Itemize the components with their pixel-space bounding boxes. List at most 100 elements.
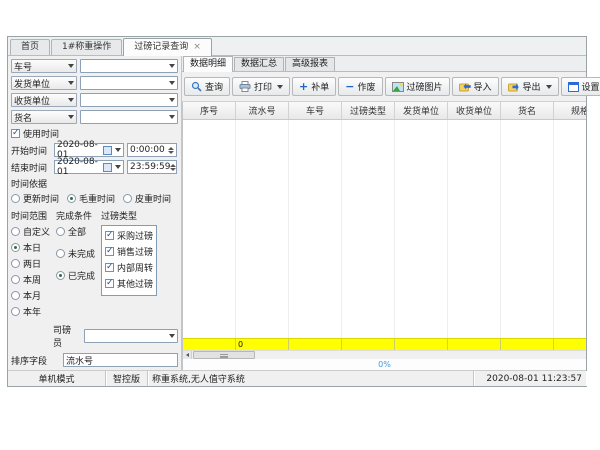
checkbox-other[interactable]: 其他过磅: [105, 277, 153, 290]
chevron-down-icon: [169, 98, 175, 102]
radio-this-year[interactable]: 本年: [11, 305, 50, 318]
checkbox-purchase[interactable]: 采购过磅: [105, 229, 153, 242]
time-spinner[interactable]: [170, 164, 176, 171]
progress-indicator: 0%: [183, 359, 586, 370]
grid-body-empty[interactable]: [183, 120, 586, 338]
column-header[interactable]: 发货单位: [395, 102, 448, 119]
chevron-down-icon: [68, 81, 74, 85]
import-icon: [459, 82, 471, 92]
grid-header: 序号 流水号 车号 过磅类型 发货单位 收货单位 货名 规格: [183, 102, 586, 120]
checkbox-sale[interactable]: 销售过磅: [105, 245, 153, 258]
export-button[interactable]: 导出: [501, 77, 559, 96]
checkbox-internal[interactable]: 内部周转: [105, 261, 153, 274]
toolbar: 查询 打印 + 补单 − 作废: [182, 72, 586, 102]
radio-this-month[interactable]: 本月: [11, 289, 50, 302]
radio-unfinished[interactable]: 未完成: [56, 247, 95, 260]
status-edition: 智控版: [106, 371, 148, 386]
weigh-pictures-button[interactable]: 过磅图片: [385, 77, 450, 96]
tab-weighing-operation[interactable]: 1#称重操作: [51, 39, 122, 55]
range-condition-type-columns: 时间范围 自定义 本日 两日 本周 本月 本年 完成条件 全部 未完成 已完成: [11, 209, 178, 321]
supplement-button[interactable]: + 补单: [292, 77, 336, 96]
chevron-down-icon: [115, 148, 121, 152]
tab-record-query-label: 过磅记录查询: [134, 39, 188, 56]
use-time-label: 使用时间: [23, 127, 59, 140]
column-header[interactable]: 车号: [289, 102, 342, 119]
calendar-icon: [103, 163, 112, 172]
tab-data-detail[interactable]: 数据明细: [183, 56, 233, 72]
print-button[interactable]: 打印: [232, 77, 290, 96]
data-panel: 数据明细 数据汇总 高级报表 查询 打印: [182, 56, 586, 370]
time-spinner[interactable]: [168, 147, 174, 154]
shipper-value-combo[interactable]: [80, 76, 178, 90]
horizontal-scrollbar[interactable]: [183, 350, 586, 359]
radio-gross-time[interactable]: 毛重时间: [67, 192, 115, 205]
use-time-checkbox-row: 使用时间: [11, 127, 178, 140]
chevron-down-icon: [68, 98, 74, 102]
export-icon: [508, 82, 520, 92]
import-button[interactable]: 导入: [452, 77, 499, 96]
goods-value-combo[interactable]: [80, 110, 178, 124]
start-date-input[interactable]: 2020-08-01: [54, 143, 124, 157]
filter-row-goods: 货名: [11, 110, 178, 124]
radio-tare-time[interactable]: 皮重时间: [123, 192, 171, 205]
column-header[interactable]: 序号: [183, 102, 236, 119]
receiver-value-combo[interactable]: [80, 93, 178, 107]
column-header[interactable]: 过磅类型: [342, 102, 395, 119]
minus-icon: −: [345, 81, 354, 92]
start-time-row: 开始时间 2020-08-01 0:00:00: [11, 143, 178, 157]
shipper-field-select[interactable]: 发货单位: [11, 76, 77, 90]
weigher-select[interactable]: [84, 329, 178, 343]
scrollbar-thumb[interactable]: [193, 351, 255, 359]
column-header[interactable]: 收货单位: [448, 102, 501, 119]
close-tab-icon[interactable]: ×: [193, 39, 201, 56]
grid-summary-row: 0: [183, 338, 586, 350]
time-basis-options: 更新时间 毛重时间 皮重时间: [11, 192, 178, 205]
radio-this-week[interactable]: 本周: [11, 273, 50, 286]
calendar-icon: [103, 146, 112, 155]
end-time-row: 结束时间 2020-08-01 23:59:59: [11, 160, 178, 174]
tab-advanced-report[interactable]: 高级报表: [285, 57, 335, 71]
weigher-row: 司磅员: [53, 323, 178, 349]
vehicle-field-select[interactable]: 车号: [11, 59, 77, 73]
weigh-type-group: 过磅类型 采购过磅 销售过磅 内部周转 其他过磅: [101, 209, 157, 321]
void-button[interactable]: − 作废: [338, 77, 382, 96]
status-bar: 单机模式 智控版 称重系统,无人值守系统 2020-08-01 11:23:57: [8, 370, 586, 386]
data-sub-tabs: 数据明细 数据汇总 高级报表: [182, 56, 586, 72]
radio-today[interactable]: 本日: [11, 241, 50, 254]
end-date-input[interactable]: 2020-08-01: [54, 160, 124, 174]
radio-update-time[interactable]: 更新时间: [11, 192, 59, 205]
start-time-label: 开始时间: [11, 144, 51, 157]
goods-field-select[interactable]: 货名: [11, 110, 77, 124]
tab-home[interactable]: 首页: [10, 39, 50, 55]
chevron-down-icon: [68, 115, 74, 119]
main-tab-bar: 首页 1#称重操作 过磅记录查询 ×: [8, 37, 586, 56]
settings-button[interactable]: 设置: [561, 77, 600, 96]
receiver-field-select[interactable]: 收货单位: [11, 93, 77, 107]
start-time-input[interactable]: 0:00:00: [127, 143, 177, 157]
radio-custom[interactable]: 自定义: [11, 225, 50, 238]
chevron-down-icon: [115, 165, 121, 169]
filter-panel: 车号 发货单位 收货单位: [8, 56, 182, 370]
tab-record-query[interactable]: 过磅记录查询 ×: [123, 38, 212, 56]
time-range-group: 时间范围 自定义 本日 两日 本周 本月 本年: [11, 209, 50, 321]
radio-finished[interactable]: 已完成: [56, 269, 95, 282]
chevron-down-icon: [169, 334, 175, 338]
query-button[interactable]: 查询: [184, 77, 230, 96]
sort-field-row: 排序字段 流水号: [11, 353, 178, 367]
column-header[interactable]: 流水号: [236, 102, 289, 119]
vehicle-value-combo[interactable]: [80, 59, 178, 73]
radio-two-days[interactable]: 两日: [11, 257, 50, 270]
finish-condition-group: 完成条件 全部 未完成 已完成: [56, 209, 95, 321]
tab-data-summary[interactable]: 数据汇总: [234, 57, 284, 71]
chevron-down-icon: [546, 85, 552, 89]
column-header[interactable]: 规格: [554, 102, 586, 119]
status-timestamp: 2020-08-01 11:23:57: [474, 371, 586, 386]
end-time-input[interactable]: 23:59:59: [127, 160, 177, 174]
column-header[interactable]: 货名: [501, 102, 554, 119]
scroll-left-icon[interactable]: [183, 351, 192, 359]
picture-icon: [392, 82, 404, 92]
radio-all[interactable]: 全部: [56, 225, 95, 238]
sort-field-input[interactable]: 流水号: [63, 353, 178, 367]
use-time-checkbox[interactable]: [11, 129, 20, 138]
chevron-down-icon: [169, 64, 175, 68]
